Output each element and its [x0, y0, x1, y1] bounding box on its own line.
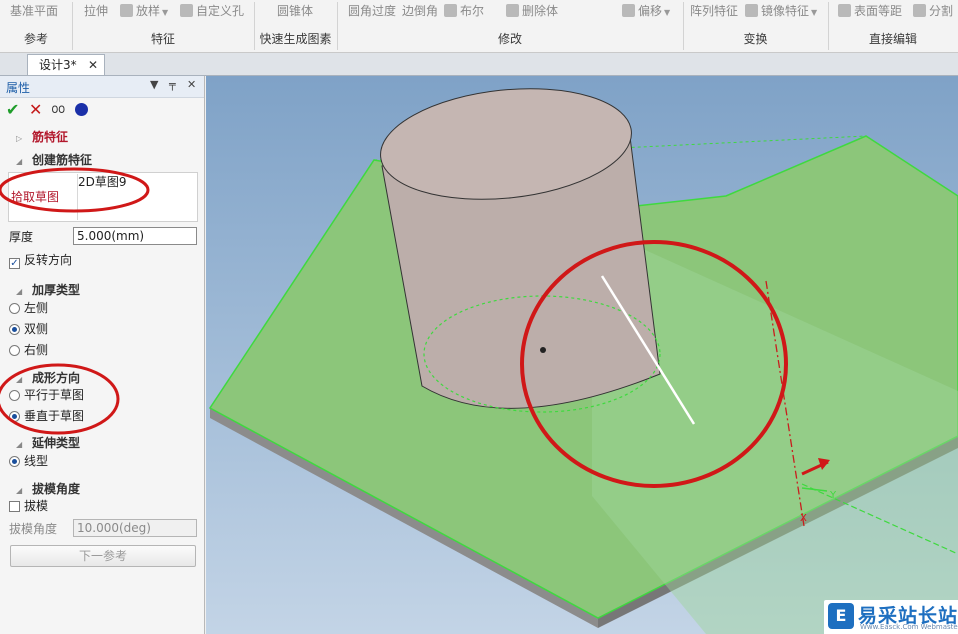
ribbon-item-custom-hole[interactable]: 自定义孔: [180, 0, 244, 26]
option-right[interactable]: 右侧: [0, 341, 204, 359]
panel-title: 属性: [6, 81, 31, 95]
cancel-x-icon[interactable]: ✕: [29, 101, 42, 119]
ribbon-item-extrude[interactable]: 拉伸: [84, 0, 108, 26]
help-circle-icon[interactable]: [75, 103, 88, 116]
section-create-rib[interactable]: ◢ 创建筋特征: [0, 151, 204, 169]
group-label-reference: 参考: [23, 32, 48, 46]
radio-left[interactable]: [9, 303, 20, 314]
face-offset-icon: [838, 4, 851, 17]
ribbon-item-delete-body[interactable]: 删除体: [506, 0, 558, 26]
option-parallel[interactable]: 平行于草图: [0, 386, 204, 404]
y-axis-label: Y: [829, 490, 837, 501]
offset-icon: [622, 4, 635, 17]
confirm-check-icon[interactable]: ✔: [6, 101, 19, 119]
sketch-picker[interactable]: 拾取草图 2D草图9: [8, 172, 198, 222]
draft-angle-input[interactable]: 10.000(deg): [73, 519, 197, 537]
radio-linear[interactable]: [9, 456, 20, 467]
ribbon-item-pattern[interactable]: 阵列特征: [690, 0, 738, 26]
dropdown-arrow-icon: ▼: [162, 8, 169, 17]
watermark-logo-icon: E: [828, 603, 854, 629]
section-thicken-type[interactable]: ◢ 加厚类型: [0, 281, 204, 299]
thickness-input[interactable]: 5.000(mm): [73, 227, 197, 245]
boolean-icon: [444, 4, 457, 17]
ribbon-item-chamfer[interactable]: 边倒角: [402, 0, 438, 26]
thickness-label: 厚度: [9, 230, 34, 244]
tab-design3[interactable]: 设计3* ✕: [27, 54, 105, 75]
watermark-subtext: Www.Easck.Com Webmaster: [860, 623, 958, 631]
reverse-direction-row[interactable]: ✓ 反转方向: [0, 251, 204, 269]
section-form-direction[interactable]: ◢ 成形方向: [0, 369, 204, 387]
properties-panel: 属性 ▼ ╤ ✕ ✔ ✕ ൦൦ ▷ 筋特征 ◢ 创建筋特征 拾取草图 2D草图9 厚…: [0, 76, 205, 634]
option-linear[interactable]: 线型: [0, 452, 204, 470]
draft-checkbox[interactable]: [9, 501, 20, 512]
ribbon-item-split[interactable]: 分割: [913, 0, 953, 26]
section-draft-angle[interactable]: ◢ 拔模角度: [0, 480, 204, 498]
group-label-transform: 变换: [743, 32, 768, 46]
close-icon[interactable]: ✕: [88, 55, 98, 75]
loft-icon: [120, 4, 133, 17]
sketch-point: [540, 347, 546, 353]
radio-right[interactable]: [9, 345, 20, 356]
chevron-right-icon: ▷: [16, 134, 23, 143]
group-label-feature: 特征: [150, 32, 175, 46]
radio-parallel[interactable]: [9, 390, 20, 401]
watermark: E 易采站长站 Www.Easck.Com Webmaster: [824, 600, 958, 634]
next-reference-button[interactable]: 下一参考: [10, 545, 196, 567]
option-both[interactable]: 双侧: [0, 320, 204, 338]
ribbon-item-face-offset[interactable]: 表面等距: [838, 0, 902, 26]
ribbon-item-offset[interactable]: 偏移 ▼: [622, 0, 670, 26]
dropdown-arrow-icon: ▼: [664, 8, 671, 17]
draft-angle-label: 拔模角度: [9, 522, 58, 536]
3d-viewport[interactable]: Y X E 易采站长站 Www.Easck.Com Webmaster: [206, 76, 958, 634]
panel-header: 属性 ▼ ╤ ✕: [0, 76, 204, 98]
group-label-modify: 修改: [497, 32, 522, 46]
reverse-direction-checkbox[interactable]: ✓: [9, 258, 20, 269]
ribbon-item-datum-plane[interactable]: 基准平面: [10, 0, 58, 26]
hole-icon: [180, 4, 193, 17]
radio-both[interactable]: [9, 324, 20, 335]
ribbon-item-boolean[interactable]: 布尔: [444, 0, 484, 26]
preview-glasses-icon[interactable]: ൦൦: [51, 101, 65, 119]
tab-label: 设计3*: [39, 58, 77, 72]
section-extend-type[interactable]: ◢ 延伸类型: [0, 434, 204, 452]
scene: Y X: [208, 88, 958, 634]
group-label-direct-edit: 直接编辑: [868, 32, 917, 46]
delete-body-icon: [506, 4, 519, 17]
close-icon[interactable]: ✕: [187, 78, 196, 91]
pick-sketch-label: 拾取草图: [11, 190, 60, 204]
ribbon-item-loft[interactable]: 放样 ▼: [120, 0, 168, 26]
radio-perpendicular[interactable]: [9, 411, 20, 422]
mirror-icon: [745, 4, 758, 17]
group-label-quick-primitives: 快速生成图素: [259, 32, 332, 46]
ribbon-toolbar: 基准平面 拉伸 放样 ▼ 自定义孔 圆锥体 圆角过度 边倒角 布尔 删除体 偏移 ▼…: [0, 0, 958, 53]
sketch-value: 2D草图9: [78, 175, 127, 189]
ribbon-item-cone[interactable]: 圆锥体: [277, 0, 313, 26]
option-left[interactable]: 左侧: [0, 299, 204, 317]
option-perpendicular[interactable]: 垂直于草图: [0, 407, 204, 425]
chevron-down-icon: ◢: [16, 157, 23, 166]
chevron-down-icon[interactable]: ▼: [150, 78, 158, 91]
panel-toolbar: ✔ ✕ ൦൦: [0, 98, 204, 122]
dropdown-arrow-icon: ▼: [811, 8, 818, 17]
pin-icon[interactable]: ╤: [169, 78, 176, 91]
section-rib-feature[interactable]: ▷ 筋特征: [0, 128, 204, 146]
ribbon-item-mirror[interactable]: 镜像特征 ▼: [745, 0, 817, 26]
draft-row[interactable]: 拔模: [0, 497, 204, 515]
document-tab-bar: 设计3* ✕: [0, 53, 958, 76]
split-icon: [913, 4, 926, 17]
x-axis-label: X: [800, 513, 807, 524]
ribbon-item-fillet[interactable]: 圆角过度: [348, 0, 396, 26]
